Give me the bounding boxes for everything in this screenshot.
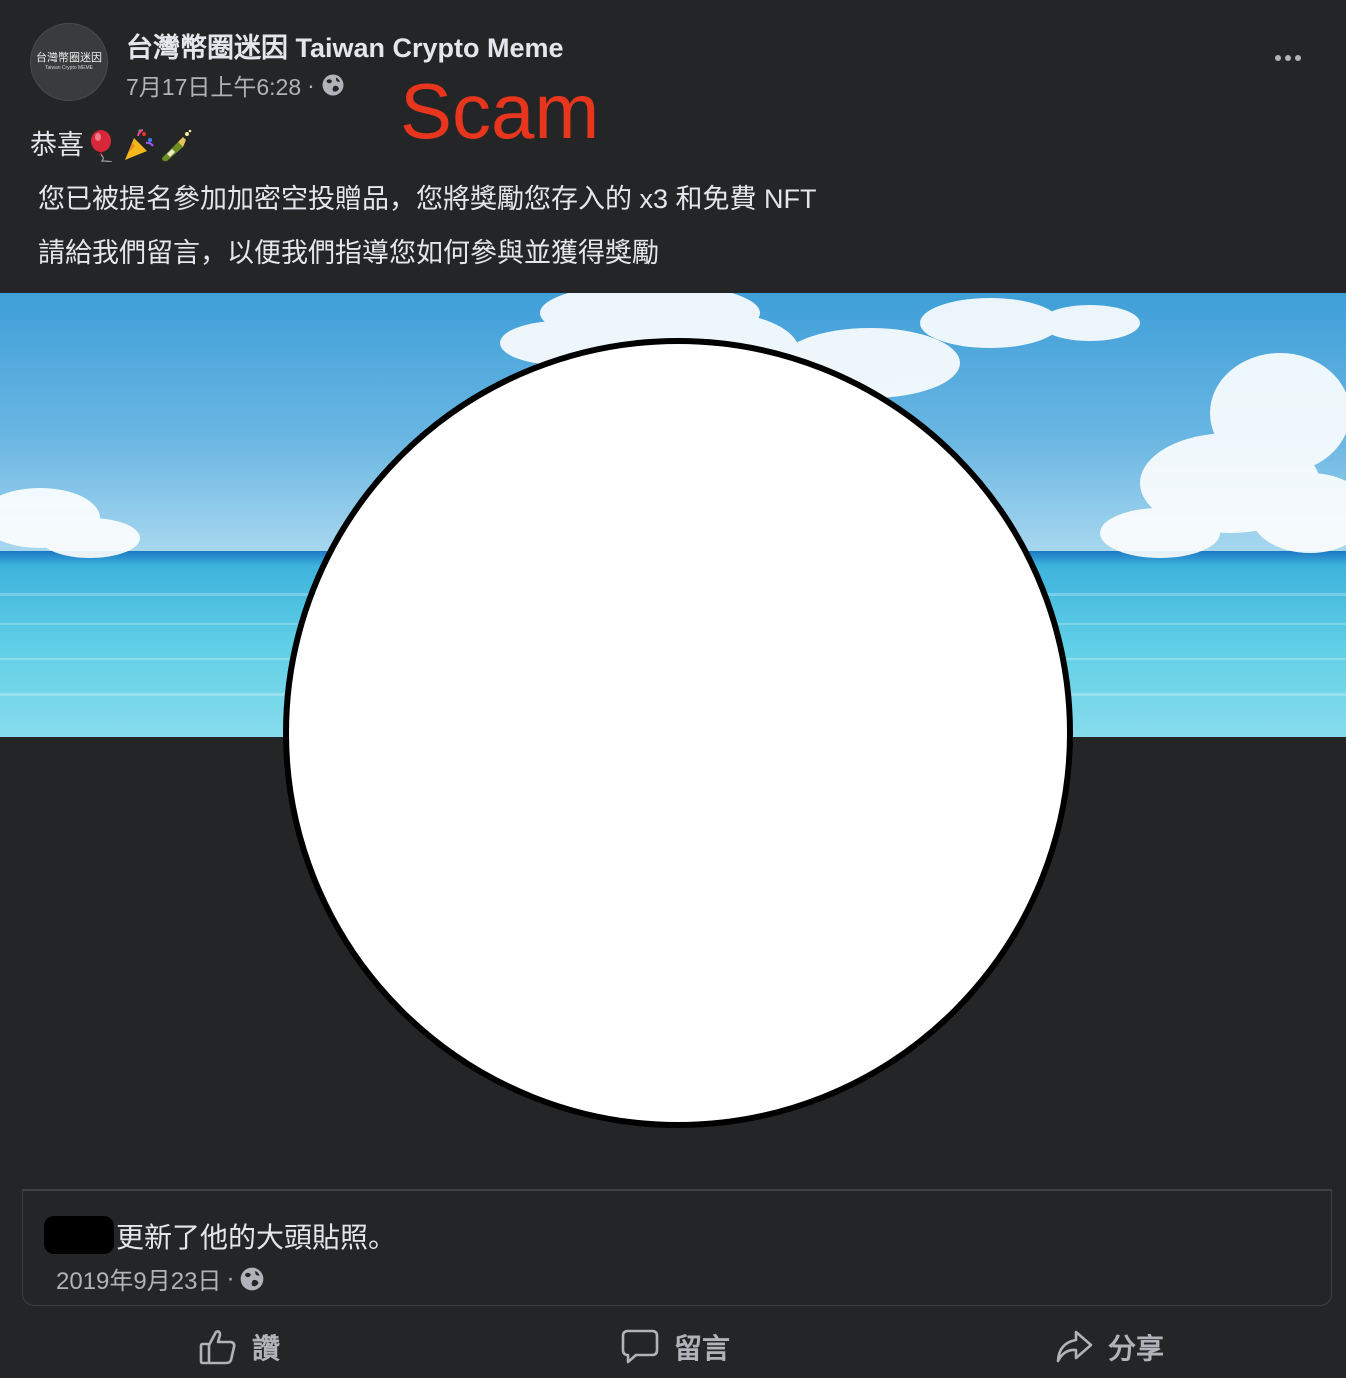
page-avatar[interactable]: 台灣幣圈迷因 Taiwan Crypto MEME [30, 23, 108, 101]
profile-picture[interactable] [283, 338, 1073, 1128]
thumbs-up-icon [199, 1330, 236, 1365]
speech-bubble-icon [621, 1329, 659, 1364]
avatar-text-primary: 台灣幣圈迷因 [36, 52, 102, 64]
meta-separator: · [307, 71, 315, 98]
redacted-user-name [44, 1216, 114, 1254]
more-dot-icon [1295, 55, 1301, 61]
page-name-link[interactable]: 台灣幣圈迷因 Taiwan Crypto Meme [126, 26, 564, 65]
profile-update-date[interactable]: 2019年9月23日 [56, 1261, 221, 1296]
comment-label: 留言 [674, 1333, 731, 1364]
post-text-line-2: 您已被提名參加加密空投贈品，您將獎勵您存入的 x3 和免費 NFT [38, 184, 817, 214]
more-dot-icon [1275, 55, 1281, 61]
post-text-line-3: 請給我們留言，以便我們指導您如何參與並獲得獎勵 [38, 238, 659, 268]
globe-icon [322, 74, 344, 96]
comment-button[interactable]: 留言 [620, 1322, 730, 1372]
post-timestamp[interactable]: 7月17日上午6:28 [126, 68, 301, 102]
congrats-text: 恭喜 [30, 130, 84, 160]
profile-update-meta: 2019年9月23日 · [56, 1261, 265, 1296]
more-options-button[interactable] [1264, 40, 1312, 76]
more-dot-icon [1285, 55, 1291, 61]
post-meta: 7月17日上午6:28 · [126, 68, 345, 102]
like-button[interactable]: 讚 [198, 1322, 280, 1372]
post-body: 恭喜 您已被提名參加加密空投贈品，您將獎勵您存入的 x3 和免費 NFT 請給我… [30, 118, 817, 280]
avatar-text-secondary: Taiwan Crypto MEME [44, 65, 94, 71]
balloon-emoji [91, 130, 113, 162]
meta-separator: · [226, 1264, 235, 1292]
post-text-line-1: 恭喜 [30, 118, 817, 172]
share-arrow-icon [1056, 1330, 1093, 1363]
share-label: 分享 [1108, 1333, 1165, 1364]
profile-update-text: 更新了他的大頭貼照。 [116, 1222, 397, 1253]
party-popper-emoji [125, 129, 154, 160]
globe-icon [241, 1267, 264, 1290]
like-label: 讚 [252, 1333, 281, 1364]
share-button[interactable]: 分享 [1054, 1322, 1164, 1372]
champagne-emoji [162, 129, 192, 162]
